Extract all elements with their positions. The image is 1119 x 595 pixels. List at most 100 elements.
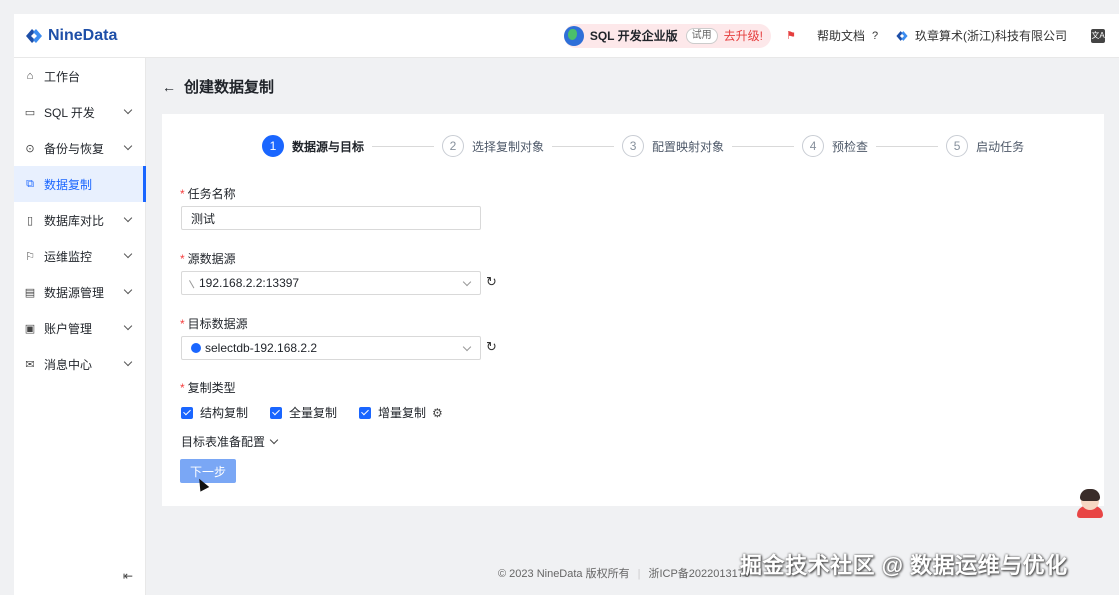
step-label: 选择复制对象 xyxy=(472,139,545,154)
support-avatar-icon[interactable] xyxy=(1075,486,1105,518)
sidebar-nav: ⌂ 工作台 ▭ SQL 开发 ⊙ 备份与恢复 ⧉ 数据复制 ▯ 数据库对比 ⚐ 运维监控 ▤ 数据源管理 ▣… xyxy=(14,58,146,382)
step-label: 配置映射对象 xyxy=(652,139,725,154)
replication-icon: ⧉ xyxy=(26,177,34,190)
sidebar-item-5[interactable]: ⚐ 运维监控 xyxy=(14,238,145,274)
sidebar-item-label: 备份与恢复 xyxy=(44,141,105,156)
target-select[interactable]: selectdb-192.168.2.2 xyxy=(181,336,481,360)
chevron-down-icon xyxy=(123,321,133,331)
step-3: 3 配置映射对象 xyxy=(622,135,724,157)
logo[interactable]: NineData xyxy=(24,26,117,46)
sidebar-item-4[interactable]: ▯ 数据库对比 xyxy=(14,202,145,238)
step-connector xyxy=(372,145,435,147)
monitor-alarm-icon: ⚐ xyxy=(25,250,35,263)
org-logo-icon xyxy=(896,30,908,41)
form-card: 1 数据源与目标 2 选择复制对象 3 配置映射对象 4 预检查 5 启动任务 * 任务名称 测试 … xyxy=(162,114,1104,506)
step-number: 5 xyxy=(946,135,969,157)
checkbox-checked-icon xyxy=(359,406,372,419)
refresh-source-icon[interactable]: ↻ xyxy=(486,274,497,290)
question-icon: ? xyxy=(871,29,879,42)
icp-link[interactable]: 浙ICP备2022013170 xyxy=(648,568,750,580)
step-connector xyxy=(552,145,615,147)
sidebar-item-label: 数据复制 xyxy=(44,177,93,192)
checkbox-checked-icon xyxy=(181,406,193,419)
full-replication-checkbox[interactable]: 全量复制 xyxy=(270,404,337,421)
overlay-watermark: 掘金技术社区 @ 数据运维与优化 xyxy=(740,553,1068,578)
step-number: 4 xyxy=(802,135,825,157)
notification-button[interactable]: ⚑ xyxy=(785,30,803,42)
sidebar-item-label: 数据库对比 xyxy=(44,213,105,228)
source-label: * 源数据源 xyxy=(180,252,236,266)
trial-badge: 试用 xyxy=(685,27,718,44)
chevron-down-icon xyxy=(462,277,472,287)
globe-icon xyxy=(563,25,584,46)
chevron-down-icon xyxy=(123,285,133,295)
plug-icon xyxy=(189,278,197,288)
sidebar-item-label: 工作台 xyxy=(44,69,81,84)
step-number: 1 xyxy=(262,135,284,157)
gear-icon[interactable]: ⚙ xyxy=(432,406,443,420)
compare-icon: ▯ xyxy=(26,214,34,227)
sidebar-item-label: 消息中心 xyxy=(44,357,93,372)
target-table-config-toggle[interactable]: 目标表准备配置 xyxy=(181,433,279,450)
sidebar-item-2[interactable]: ⊙ 备份与恢复 xyxy=(14,130,145,166)
sidebar-item-label: 账户管理 xyxy=(44,321,93,336)
step-connector xyxy=(876,145,939,147)
page-title: ← 创建数据复制 xyxy=(162,76,274,97)
back-arrow-icon[interactable]: ← xyxy=(162,79,176,95)
step-1: 1 数据源与目标 xyxy=(262,135,364,157)
replication-type-group: 结构复制 全量复制 增量复制 ⚙ xyxy=(181,404,465,421)
sidebar: ⌂ 工作台 ▭ SQL 开发 ⊙ 备份与恢复 ⧉ 数据复制 ▯ 数据库对比 ⚐ 运维监控 ▤ 数据源管理 ▣… xyxy=(14,58,146,595)
incremental-replication-checkbox[interactable]: 增量复制 ⚙ xyxy=(359,404,443,421)
mail-icon: ✉ xyxy=(25,358,35,371)
step-2: 2 选择复制对象 xyxy=(442,135,544,157)
bell-icon: ⚑ xyxy=(786,30,796,42)
monitor-icon: ▭ xyxy=(24,106,36,119)
help-docs-label: 帮助文档 xyxy=(816,29,865,43)
chevron-down-icon xyxy=(123,141,133,151)
sidebar-item-1[interactable]: ▭ SQL 开发 xyxy=(14,94,145,130)
page-title-text: 创建数据复制 xyxy=(184,79,275,96)
top-header: NineData SQL 开发企业版 试用 去升级! ⚑ 帮助文档 ? 玖章算术… xyxy=(14,14,1119,58)
account-icon: ▣ xyxy=(24,322,36,335)
help-docs-link[interactable]: 帮助文档 ? xyxy=(817,27,881,44)
step-number: 2 xyxy=(442,135,465,157)
upgrade-link[interactable]: 去升级! xyxy=(724,27,763,44)
chevron-down-icon xyxy=(123,105,133,115)
sidebar-item-3[interactable]: ⧉ 数据复制 xyxy=(14,166,146,202)
sidebar-item-0[interactable]: ⌂ 工作台 xyxy=(14,58,145,94)
step-4: 4 预检查 xyxy=(802,135,868,157)
sidebar-item-7[interactable]: ▣ 账户管理 xyxy=(14,310,145,346)
target-label: * 目标数据源 xyxy=(180,317,248,331)
language-icon[interactable]: 文A xyxy=(1091,28,1105,43)
org-switcher[interactable]: 玖章算术(浙江)科技有限公司 xyxy=(895,27,1067,44)
source-select[interactable]: 192.168.2.2:13397 xyxy=(181,271,481,295)
sql-edition-pill[interactable]: SQL 开发企业版 试用 去升级! xyxy=(563,23,771,48)
sidebar-item-label: 数据源管理 xyxy=(44,285,105,300)
sidebar-item-label: SQL 开发 xyxy=(44,105,95,120)
step-connector xyxy=(732,145,795,147)
chevron-down-icon xyxy=(123,357,133,367)
task-name-input[interactable]: 测试 xyxy=(181,206,481,230)
datasource-icon: ▤ xyxy=(24,286,36,299)
refresh-target-icon[interactable]: ↻ xyxy=(486,339,497,355)
chevron-down-icon xyxy=(269,435,279,445)
copyright-text: © 2023 NineData 版权所有 xyxy=(498,568,630,580)
footer: © 2023 NineData 版权所有 | 浙ICP备2022013170 xyxy=(498,568,750,580)
structure-replication-checkbox[interactable]: 结构复制 xyxy=(181,404,248,421)
logo-text: NineData xyxy=(48,26,118,44)
sidebar-item-label: 运维监控 xyxy=(44,249,93,264)
type-label: * 复制类型 xyxy=(180,381,236,395)
org-name: 玖章算术(浙江)科技有限公司 xyxy=(915,29,1067,43)
step-5: 5 启动任务 xyxy=(946,135,1024,157)
sidebar-item-8[interactable]: ✉ 消息中心 xyxy=(14,346,145,382)
stepper: 1 数据源与目标 2 选择复制对象 3 配置映射对象 4 预检查 5 启动任务 xyxy=(262,135,1024,157)
sidebar-item-6[interactable]: ▤ 数据源管理 xyxy=(14,274,145,310)
checkbox-checked-icon xyxy=(270,406,283,419)
step-number: 3 xyxy=(622,135,645,157)
collapse-sidebar-icon[interactable]: ⇤ xyxy=(123,569,133,583)
step-label: 数据源与目标 xyxy=(292,139,365,154)
selectdb-icon xyxy=(191,343,201,353)
next-step-button[interactable]: 下一步 xyxy=(180,459,236,483)
chevron-down-icon xyxy=(462,342,472,352)
chevron-down-icon xyxy=(123,249,133,259)
